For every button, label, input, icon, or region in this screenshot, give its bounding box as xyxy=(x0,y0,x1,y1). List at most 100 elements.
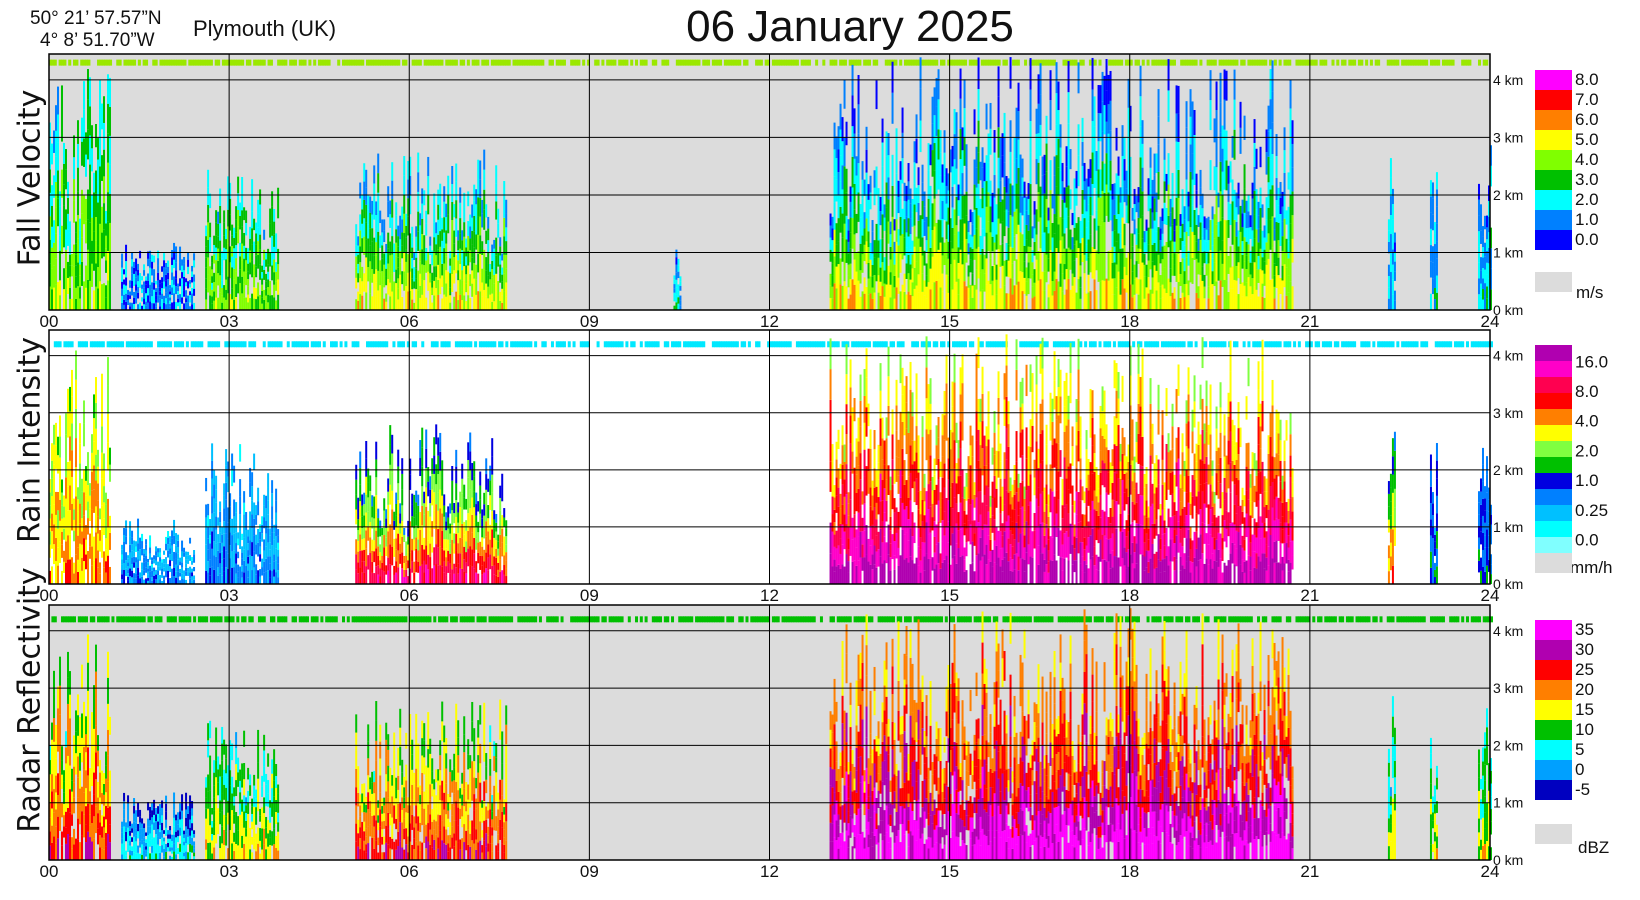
fall-velocity-data-cell xyxy=(207,204,210,223)
fall-velocity-data-cell xyxy=(861,198,864,217)
fall-velocity-data-cell xyxy=(1181,206,1184,224)
fall-velocity-data-cell xyxy=(135,258,138,265)
fall-velocity-data-cell xyxy=(385,260,388,269)
fall-velocity-data-cell xyxy=(1005,209,1008,227)
rain-intensity-data-cell xyxy=(105,572,107,584)
fall-velocity-data-cell xyxy=(137,269,140,276)
fall-velocity-data-cell xyxy=(1221,148,1224,172)
rain-intensity-data-cell xyxy=(275,548,278,561)
fall-velocity-data-cell xyxy=(257,227,260,242)
fall-velocity-data-cell xyxy=(213,282,216,292)
fall-velocity-data-cell xyxy=(847,219,850,231)
fall-velocity-data-cell xyxy=(1063,233,1066,249)
fall-velocity-data-cell xyxy=(1257,242,1260,256)
fall-velocity-data-cell xyxy=(397,236,400,247)
rain-intensity-data-cell xyxy=(107,527,109,556)
fall-velocity-data-cell xyxy=(135,271,138,278)
fall-velocity-data-cell xyxy=(489,279,492,287)
fall-velocity-data-cell xyxy=(403,213,406,234)
rain-intensity-data-cell xyxy=(395,538,398,550)
rain-intensity-data-cell xyxy=(93,394,95,419)
rain-intensity-data-cell xyxy=(373,540,376,552)
fall-velocity-data-cell xyxy=(471,283,474,297)
fall-velocity-data-cell xyxy=(1249,227,1252,239)
rain-intensity-data-cell xyxy=(75,467,77,497)
rain-intensity-data-cell xyxy=(357,540,360,552)
fall-velocity-data-cell xyxy=(1199,239,1202,258)
fall-velocity-data-cell xyxy=(893,298,896,310)
fall-velocity-data-cell xyxy=(1143,298,1146,310)
fall-velocity-data-cell xyxy=(1075,223,1078,241)
rain-intensity-data-cell xyxy=(147,571,150,575)
rain-intensity-data-cell xyxy=(231,469,234,487)
rain-intensity-data-cell xyxy=(191,572,194,577)
rain-intensity-data-cell xyxy=(183,552,186,557)
fall-velocity-clutter-mark xyxy=(1172,59,1176,66)
fall-velocity-data-cell xyxy=(357,263,360,274)
fall-velocity-data-cell xyxy=(139,273,142,281)
rain-intensity-data-cell xyxy=(101,531,103,558)
fall-velocity-data-cell xyxy=(393,281,396,291)
fall-velocity-clutter-mark xyxy=(1273,59,1277,66)
rain-intensity-data-cell xyxy=(67,535,69,560)
fall-velocity-clutter-mark xyxy=(1199,59,1203,66)
rain-intensity-data-cell xyxy=(411,504,414,517)
fall-velocity-data-cell xyxy=(839,284,842,310)
rain-intensity-data-cell xyxy=(209,543,212,552)
fall-velocity-data-cell xyxy=(915,261,918,286)
fall-velocity-data-cell xyxy=(1279,213,1282,230)
fall-velocity-data-cell xyxy=(1089,253,1092,273)
fall-velocity-data-cell xyxy=(455,291,458,310)
rain-intensity-clutter-mark xyxy=(1084,341,1088,348)
fall-velocity-data-cell xyxy=(499,291,502,301)
fall-velocity-data-cell xyxy=(1111,199,1114,216)
rain-intensity-data-cell xyxy=(375,548,378,567)
fall-velocity-data-cell xyxy=(861,235,864,255)
fall-velocity-data-cell xyxy=(1273,298,1276,310)
rain-intensity-data-cell xyxy=(377,574,380,584)
fall-velocity-data-cell xyxy=(355,256,358,268)
fall-velocity-data-cell xyxy=(1021,291,1024,310)
fall-velocity-data-cell xyxy=(451,274,454,293)
rain-intensity-data-cell xyxy=(393,511,396,521)
fall-velocity-data-cell xyxy=(475,204,478,220)
fall-velocity-data-cell xyxy=(63,205,65,227)
fall-velocity-data-cell xyxy=(883,283,886,297)
fall-velocity-data-cell xyxy=(67,277,69,294)
fall-velocity-data-cell xyxy=(915,187,918,213)
fall-velocity-data-cell xyxy=(163,281,166,289)
rain-intensity-data-cell xyxy=(155,574,158,580)
fall-velocity-data-cell xyxy=(1231,288,1234,310)
fall-velocity-data-cell xyxy=(63,226,65,248)
fall-velocity-data-cell xyxy=(845,286,848,310)
rain-intensity-data-cell xyxy=(253,567,256,584)
fall-velocity-data-cell xyxy=(1089,291,1092,310)
rain-intensity-data-cell xyxy=(359,567,362,584)
fall-velocity-data-cell xyxy=(1285,253,1288,268)
fall-velocity-data-cell xyxy=(225,279,228,290)
fall-velocity-data-cell xyxy=(243,271,246,285)
fall-velocity-data-cell xyxy=(1119,202,1122,218)
fall-velocity-data-cell xyxy=(1183,271,1186,285)
rain-intensity-data-cell xyxy=(79,503,81,524)
fall-velocity-data-cell xyxy=(1263,225,1266,238)
fall-velocity-data-cell xyxy=(109,280,111,310)
fall-velocity-data-cell xyxy=(1057,224,1060,253)
rain-intensity-data-cell xyxy=(61,492,63,506)
fall-velocity-data-cell xyxy=(355,299,358,310)
fall-velocity-data-cell xyxy=(861,216,864,236)
fall-velocity-data-cell xyxy=(103,203,105,230)
fall-velocity-data-cell xyxy=(497,295,500,310)
rain-intensity-data-cell xyxy=(401,536,404,553)
rain-intensity-data-cell xyxy=(223,495,226,509)
fall-velocity-data-cell xyxy=(55,233,57,259)
fall-velocity-data-cell xyxy=(1247,293,1250,310)
fall-velocity-x-tick-label: 00 xyxy=(40,312,59,331)
rain-intensity-data-cell xyxy=(363,561,366,573)
fall-velocity-data-cell xyxy=(943,242,946,266)
rain-intensity-data-cell xyxy=(175,558,178,565)
fall-velocity-data-cell xyxy=(433,295,436,310)
rain-intensity-clutter-mark xyxy=(305,341,309,348)
fall-velocity-data-cell xyxy=(1169,254,1172,269)
rain-intensity-data-cell xyxy=(163,563,166,568)
